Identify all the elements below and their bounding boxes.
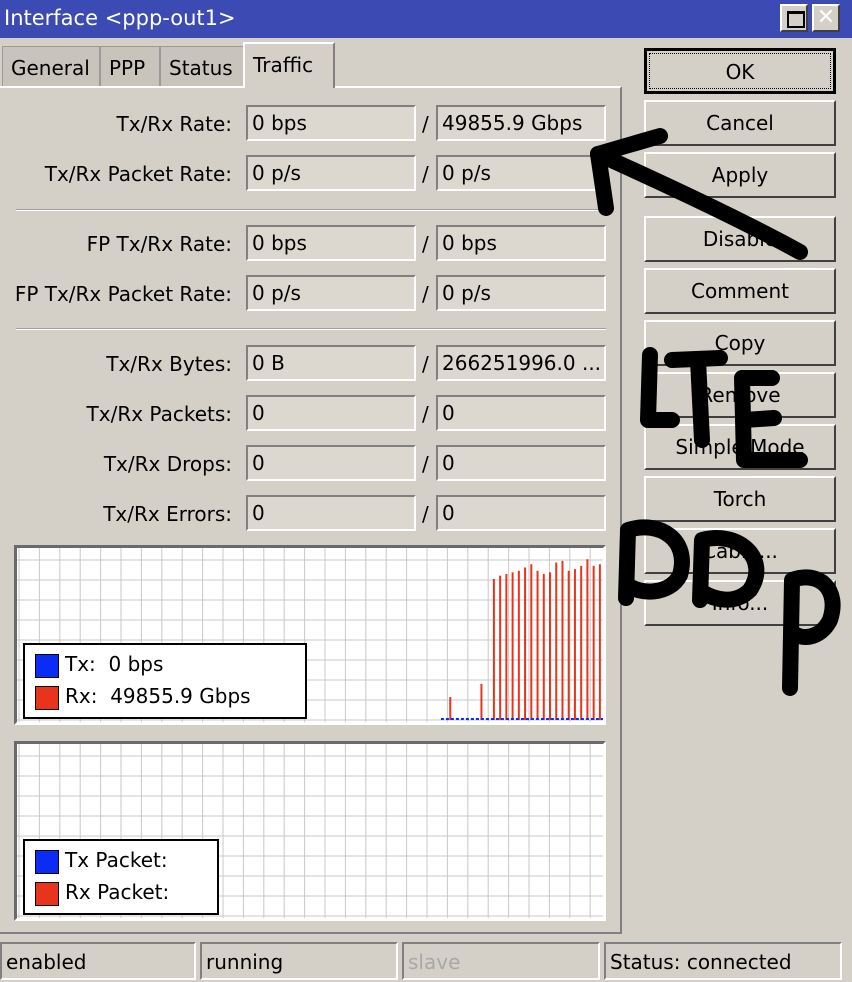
legend-tx-label: Tx: [65, 652, 96, 676]
torch-button[interactable]: Torch [644, 476, 836, 522]
title-bar[interactable]: Interface <ppp-out1> ✕ [0, 0, 852, 38]
legend-tx: Tx: 0 bps [35, 651, 164, 678]
separator-slash: / [422, 282, 429, 306]
legend-rx-value: 49855.9 Gbps [110, 684, 251, 708]
separator-slash: / [422, 162, 429, 186]
tx-color-swatch [35, 653, 59, 678]
maximize-button[interactable] [780, 4, 808, 32]
tx-rx-bytes-label: Tx/Rx Bytes: [106, 352, 232, 376]
rx-color-swatch [35, 881, 59, 906]
separator-slash: / [422, 452, 429, 476]
info-button[interactable]: Info... [644, 580, 836, 626]
separator-slash: / [422, 402, 429, 426]
separator-slash: / [422, 502, 429, 526]
rx-packet-rate-field[interactable]: 0 p/s [436, 155, 606, 191]
tx-bytes-field[interactable]: 0 B [246, 345, 416, 381]
close-button[interactable]: ✕ [812, 4, 840, 32]
window-title: Interface <ppp-out1> [4, 6, 236, 30]
legend-tx-packet-label: Tx Packet: [65, 848, 168, 872]
tx-rx-errors-label: Tx/Rx Errors: [103, 502, 232, 526]
separator-slash: / [422, 352, 429, 376]
legend-rx-label: Rx: [65, 684, 98, 708]
tab-ppp[interactable]: PPP [100, 46, 160, 86]
rx-color-swatch [35, 685, 59, 710]
maximize-icon [787, 11, 805, 28]
copy-button[interactable]: Copy [644, 320, 836, 366]
fp-tx-rate-field[interactable]: 0 bps [246, 225, 416, 261]
rx-bytes-field[interactable]: 266251996.0 ... [436, 345, 606, 381]
tab-status[interactable]: Status [160, 46, 244, 86]
tx-packets-field[interactable]: 0 [246, 395, 416, 431]
status-enabled: enabled [0, 942, 196, 980]
apply-button[interactable]: Apply [644, 152, 836, 198]
tab-traffic[interactable]: Traffic [243, 42, 335, 88]
simple-mode-button[interactable]: Simple Mode [644, 424, 836, 470]
fp-tx-rx-rate-label: FP Tx/Rx Rate: [86, 232, 232, 256]
fp-rx-rate-field[interactable]: 0 bps [436, 225, 606, 261]
tx-color-swatch [35, 849, 59, 874]
rate-graph-legend: Tx: 0 bps Rx: 49855.9 Gbps [23, 643, 307, 719]
tx-rx-rate-label: Tx/Rx Rate: [116, 112, 232, 136]
close-icon: ✕ [816, 5, 836, 30]
tx-packet-rate-field[interactable]: 0 p/s [246, 155, 416, 191]
fp-rx-packet-rate-field[interactable]: 0 p/s [436, 275, 606, 311]
divider [16, 209, 606, 211]
divider [16, 328, 606, 330]
status-running: running [200, 942, 398, 980]
legend-tx-packet: Tx Packet: [35, 847, 168, 874]
legend-rx-packet-label: Rx Packet: [65, 880, 170, 904]
traffic-panel: Tx/Rx Rate: 0 bps / 49855.9 Gbps Tx/Rx P… [0, 86, 622, 934]
tab-general[interactable]: General [2, 46, 100, 86]
remove-button[interactable]: Remove [644, 372, 836, 418]
tx-errors-field[interactable]: 0 [246, 495, 416, 531]
packet-rate-graph: Tx Packet: Rx Packet: [14, 741, 606, 921]
tx-rx-packets-label: Tx/Rx Packets: [86, 402, 232, 426]
legend-rx: Rx: 49855.9 Gbps [35, 683, 251, 710]
separator-slash: / [422, 232, 429, 256]
rx-drops-field[interactable]: 0 [436, 445, 606, 481]
tx-drops-field[interactable]: 0 [246, 445, 416, 481]
cable-test-button[interactable]: Cable... [644, 528, 836, 574]
legend-rx-packet: Rx Packet: [35, 879, 170, 906]
rx-errors-field[interactable]: 0 [436, 495, 606, 531]
rx-rate-field[interactable]: 49855.9 Gbps [436, 105, 606, 141]
fp-tx-packet-rate-field[interactable]: 0 p/s [246, 275, 416, 311]
comment-button[interactable]: Comment [644, 268, 836, 314]
rx-packets-field[interactable]: 0 [436, 395, 606, 431]
tx-rx-drops-label: Tx/Rx Drops: [103, 452, 232, 476]
cancel-button[interactable]: Cancel [644, 100, 836, 146]
disable-button[interactable]: Disable [644, 216, 836, 262]
legend-tx-value: 0 bps [108, 652, 164, 676]
status-connection: Status: connected [604, 942, 842, 980]
traffic-rate-graph: Tx: 0 bps Rx: 49855.9 Gbps [14, 545, 606, 725]
status-slave: slave [402, 942, 600, 980]
packet-graph-legend: Tx Packet: Rx Packet: [23, 839, 219, 915]
tx-rate-field[interactable]: 0 bps [246, 105, 416, 141]
tx-rx-packet-rate-label: Tx/Rx Packet Rate: [44, 162, 232, 186]
separator-slash: / [422, 112, 429, 136]
ok-button[interactable]: OK [644, 48, 836, 94]
fp-tx-rx-packet-rate-label: FP Tx/Rx Packet Rate: [14, 282, 232, 306]
